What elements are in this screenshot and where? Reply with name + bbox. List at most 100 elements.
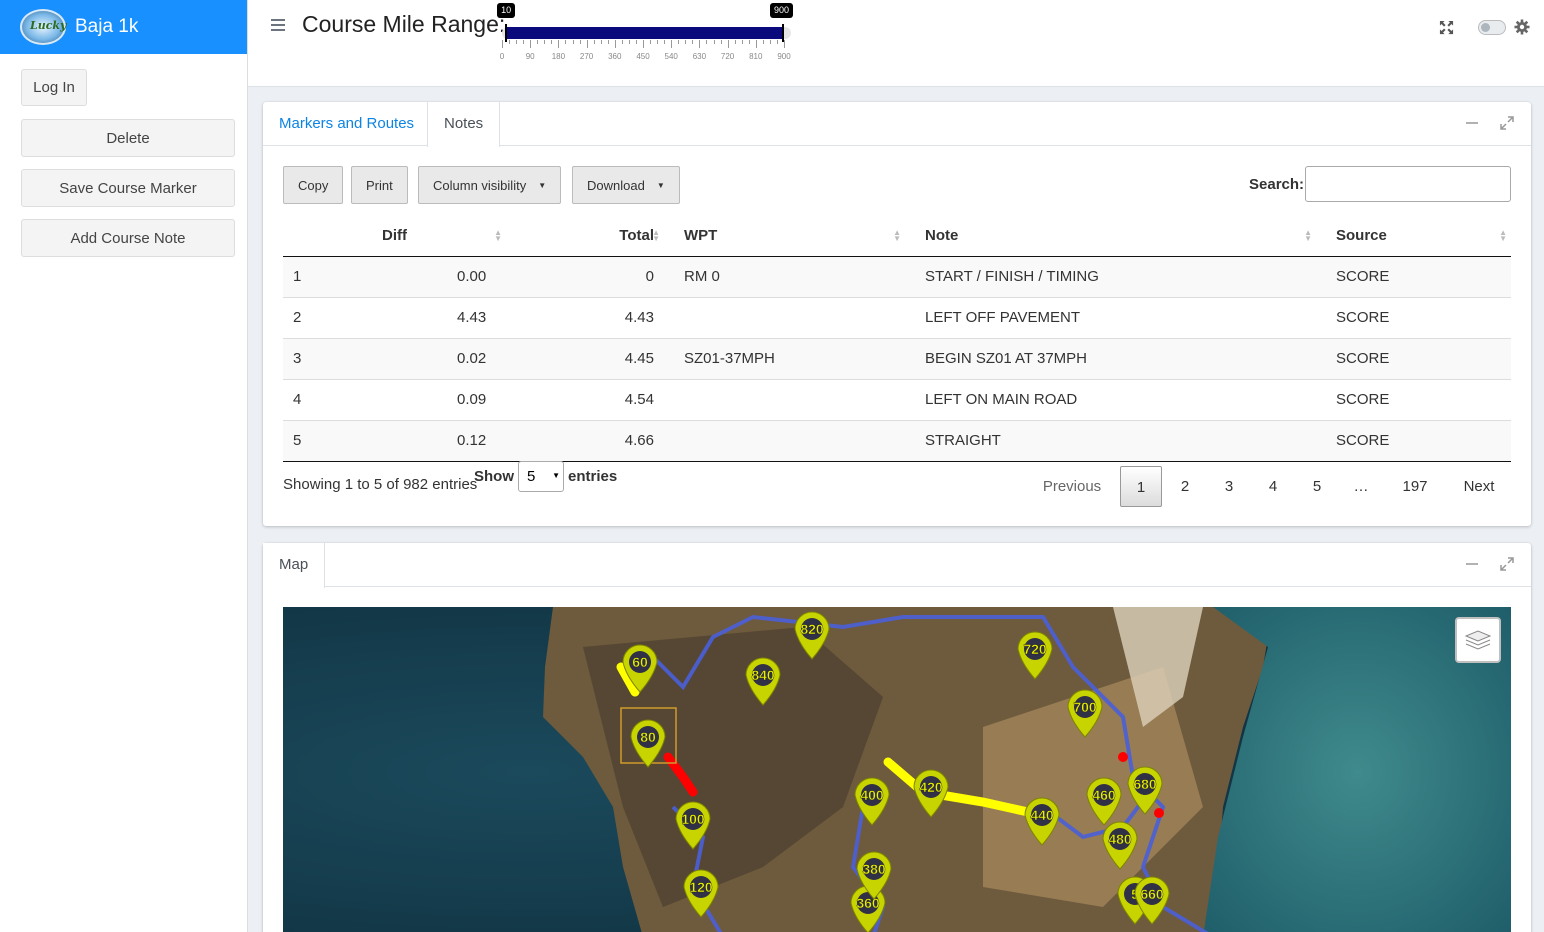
slider-minor-tick (650, 40, 652, 44)
pagination-next[interactable]: Next (1451, 466, 1507, 507)
pagination-page-4[interactable]: 4 (1252, 466, 1294, 507)
course-mile-range-slider[interactable]: 10 900 0 90 180 270 360 450 540 630 720 810 900 (497, 0, 798, 70)
column-header-index[interactable] (283, 216, 366, 257)
cell-source: SCORE (1316, 255, 1511, 297)
caret-down-icon: ▼ (656, 180, 665, 190)
column-visibility-button[interactable]: Column visibility ▼ (418, 166, 562, 204)
slider-tick-label: 0 (499, 52, 505, 61)
table-row[interactable]: 1 0.00 0 RM 0 START / FINISH / TIMING SCORE (283, 255, 1511, 297)
delete-button[interactable]: Delete (21, 119, 235, 157)
menu-icon[interactable] (271, 19, 285, 33)
slider-tick-label: 810 (749, 52, 763, 61)
slider-minor-tick (762, 40, 764, 44)
slider-tick-label: 360 (608, 52, 622, 61)
page-length-select[interactable]: 5 (518, 461, 564, 492)
slider-tick (586, 40, 588, 48)
slider-minor-tick (706, 40, 708, 44)
download-button[interactable]: Download ▼ (572, 166, 680, 204)
slider-tick (558, 40, 560, 48)
table-row[interactable]: 3 0.02 4.45 SZ01-37MPH BEGIN SZ01 AT 37MPH SC… (283, 337, 1511, 379)
login-button[interactable]: Log In (21, 69, 87, 106)
pagination-page-1[interactable]: 1 (1120, 466, 1162, 507)
gear-icon[interactable] (1514, 19, 1530, 35)
cell-wpt (664, 296, 905, 338)
column-header-note[interactable]: Note ▲ ▼ (905, 216, 1316, 257)
search-input[interactable] (1305, 166, 1511, 202)
table-row[interactable]: 4 0.09 4.54 LEFT ON MAIN ROAD SCORE (283, 378, 1511, 420)
expand-icon[interactable] (1500, 557, 1514, 571)
cell-diff: 4.43 (366, 296, 506, 338)
cell-source: SCORE (1316, 337, 1511, 379)
cell-wpt (664, 378, 905, 420)
cell-index: 4 (283, 378, 366, 420)
cell-index: 1 (283, 255, 366, 297)
sort-icon: ▲ ▼ (1499, 228, 1507, 243)
cell-wpt (664, 419, 905, 462)
cell-source: SCORE (1316, 419, 1511, 462)
slider-tick-label: 630 (692, 52, 707, 61)
map-marker-label: 80 (640, 729, 656, 745)
slider-tick-label: 90 (525, 52, 535, 61)
slider-minor-tick (593, 40, 595, 44)
dark-mode-toggle[interactable] (1478, 20, 1506, 35)
pagination-page-2[interactable]: 2 (1164, 466, 1206, 507)
minimize-icon[interactable] (1465, 116, 1479, 130)
tab-map[interactable]: Map (263, 543, 326, 588)
column-header-source[interactable]: Source ▲ ▼ (1316, 216, 1511, 257)
pagination-previous[interactable]: Previous (1029, 466, 1115, 507)
top-navbar: Course Mile Range: 10 900 0 90 180 270 360 45… (248, 0, 1544, 87)
sort-icon: ▲ ▼ (1304, 228, 1312, 243)
cell-wpt: RM 0 (664, 255, 905, 297)
map-canvas[interactable]: 6080100120360380400420440460480566068070… (283, 607, 1511, 932)
slider-minor-tick (720, 40, 722, 44)
print-button[interactable]: Print (351, 166, 408, 204)
column-header-total[interactable]: Total ▲ ▼ (506, 216, 664, 257)
slider-minor-tick (607, 40, 609, 44)
column-header-wpt[interactable]: WPT ▲ ▼ (664, 216, 905, 257)
fullscreen-icon[interactable] (1439, 20, 1454, 35)
minimize-icon[interactable] (1465, 557, 1479, 571)
notes-card-tabs: Markers and Routes Notes (263, 102, 1531, 147)
slider-tick (755, 40, 757, 48)
pagination-ellipsis: … (1353, 478, 1369, 495)
slider-tick-label: 720 (720, 52, 735, 61)
map-marker-label: 120 (689, 879, 713, 895)
sidebar: Lucky Baja 1k Log In Delete Save Course … (0, 0, 248, 932)
show-label: Show (474, 468, 514, 485)
column-header-diff[interactable]: Diff ▲ ▼ (366, 216, 506, 257)
slider-minor-tick (692, 40, 694, 44)
slider-from-handle[interactable] (505, 24, 508, 42)
table-row[interactable]: 5 0.12 4.66 STRAIGHT SCORE (283, 419, 1511, 462)
sort-icon: ▲ ▼ (893, 228, 901, 243)
tab-notes[interactable]: Notes (427, 102, 501, 147)
cell-total: 4.66 (506, 419, 664, 462)
range-title: Course Mile Range: (302, 11, 506, 37)
pagination-page-197[interactable]: 197 (1390, 466, 1440, 507)
pagination-page-5[interactable]: 5 (1296, 466, 1338, 507)
brand-logo: Lucky (20, 9, 66, 45)
layers-icon (1464, 630, 1492, 650)
brand-link[interactable]: Lucky Baja 1k (0, 0, 247, 54)
cell-total: 4.43 (506, 296, 664, 338)
cell-diff: 0.12 (366, 419, 506, 462)
slider-tick (502, 40, 503, 48)
map-marker-label: 840 (751, 667, 775, 683)
table-row[interactable]: 2 4.43 4.43 LEFT OFF PAVEMENT SCORE (283, 296, 1511, 338)
map-marker-label: 420 (919, 779, 943, 795)
slider-minor-tick (657, 40, 659, 44)
save-course-marker-button[interactable]: Save Course Marker (21, 169, 235, 207)
pagination-page-3[interactable]: 3 (1208, 466, 1250, 507)
cell-source: SCORE (1316, 378, 1511, 420)
tab-markers-and-routes[interactable]: Markers and Routes (263, 102, 430, 146)
slider-minor-tick (635, 40, 637, 44)
map-marker-label: 360 (856, 895, 880, 911)
map-marker-label: 700 (1073, 699, 1097, 715)
course-map[interactable]: 6080100120360380400420440460480566068070… (283, 607, 1511, 932)
cell-index: 2 (283, 296, 366, 338)
expand-icon[interactable] (1500, 116, 1514, 130)
copy-button[interactable]: Copy (283, 166, 344, 204)
add-course-note-button[interactable]: Add Course Note (21, 219, 235, 257)
slider-minor-tick (621, 40, 623, 44)
layers-button[interactable] (1455, 617, 1501, 663)
slider-minor-tick (664, 40, 666, 44)
